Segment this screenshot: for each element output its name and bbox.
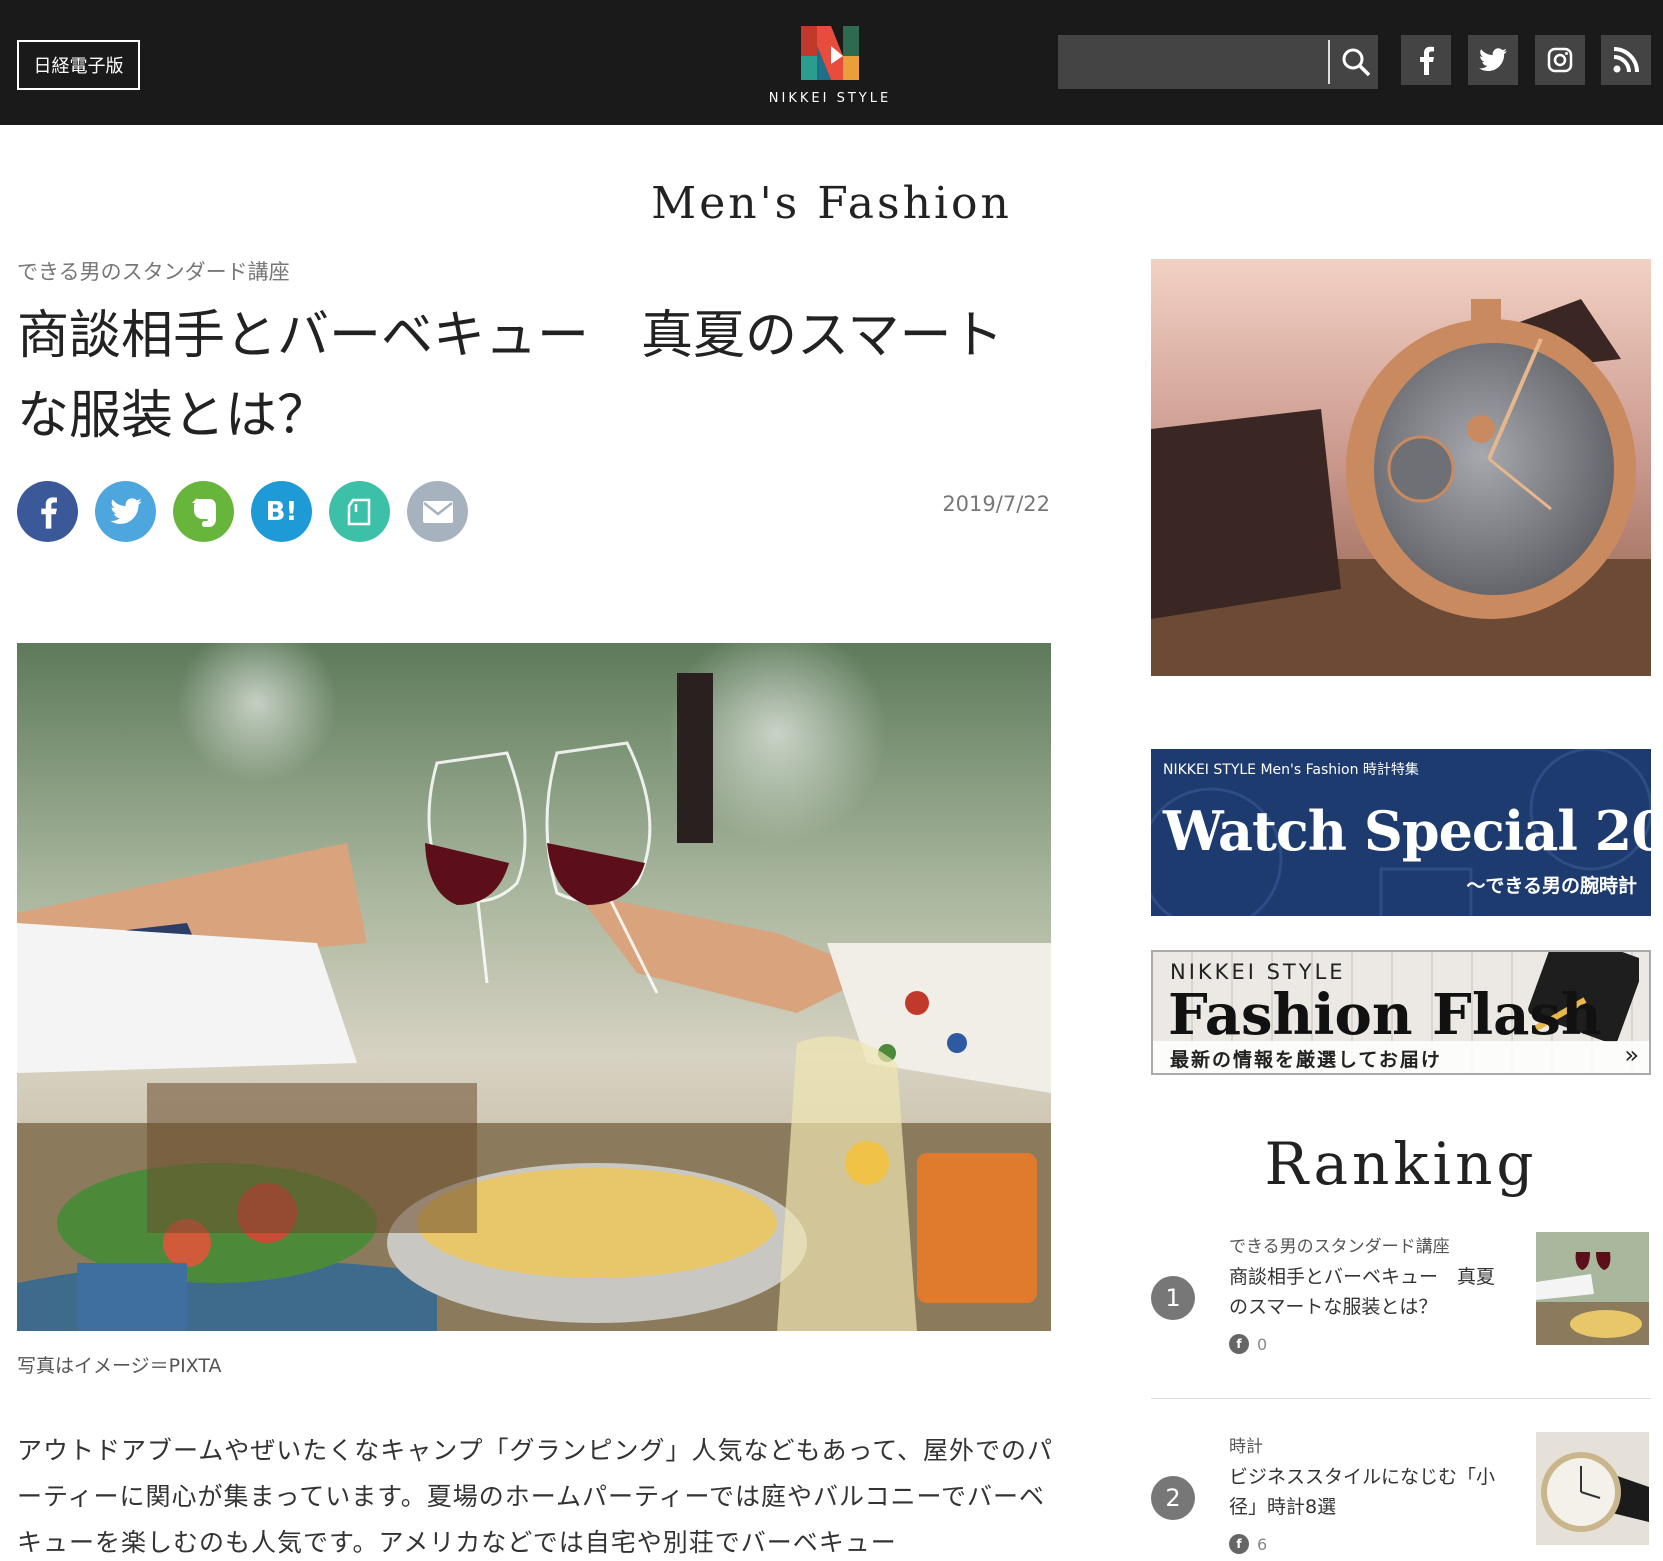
- twitter-link[interactable]: [1468, 35, 1518, 85]
- rank-share-count: f 6: [1229, 1534, 1267, 1554]
- rss-link[interactable]: [1601, 35, 1651, 85]
- twitter-icon: [1479, 48, 1507, 71]
- image-caption: 写真はイメージ＝PIXTA: [17, 1355, 222, 1377]
- share-pocket-button[interactable]: [329, 481, 390, 542]
- watch-banner-subtitle: 〜できる男の腕時計: [1466, 875, 1637, 897]
- nikkei-digital-button[interactable]: 日経電子版: [17, 40, 140, 90]
- watch-banner-top: NIKKEI STYLE Men's Fashion 時計特集: [1163, 762, 1419, 778]
- ranking-item[interactable]: 1 できる男のスタンダード講座 商談相手とバーベキュー 真夏のスマートな服装とは…: [1151, 1228, 1651, 1388]
- rank-title: 商談相手とバーベキュー 真夏のスマートな服装とは？: [1229, 1266, 1496, 1318]
- article-body: アウトドアブームやぜいたくなキャンプ「グランピング」人気などもあって、屋外でのパ…: [17, 1436, 1054, 1557]
- search-input[interactable]: [1058, 35, 1328, 89]
- fashion-flash-title: Fashion Flash: [1168, 982, 1602, 1048]
- share-hatena-button[interactable]: B!: [251, 481, 312, 542]
- twitter-icon: [109, 498, 142, 524]
- rank-share-count: f 0: [1229, 1334, 1267, 1354]
- ranking-divider: [1151, 1398, 1651, 1399]
- facebook-icon: f: [1229, 1534, 1249, 1554]
- evernote-icon: [191, 497, 216, 527]
- facebook-link[interactable]: [1401, 35, 1451, 85]
- logo-mark-icon: [801, 26, 859, 80]
- rank-thumbnail: [1536, 1232, 1649, 1345]
- search-caret: [1328, 40, 1330, 84]
- search-box: [1058, 35, 1378, 89]
- search-icon: [1342, 48, 1371, 77]
- rank-number: 2: [1151, 1476, 1195, 1520]
- facebook-icon: [1420, 46, 1434, 75]
- search-button[interactable]: [1334, 35, 1378, 89]
- instagram-icon: [1547, 47, 1573, 73]
- facebook-icon: f: [1229, 1334, 1249, 1354]
- watch-ad-image[interactable]: [1151, 259, 1651, 676]
- bookmark-icon: [347, 498, 370, 525]
- watch-banner-title: Watch Special 2019: [1163, 799, 1651, 863]
- fashion-flash-strip: 最新の情報を厳選してお届け »: [1153, 1041, 1649, 1073]
- rank-category: できる男のスタンダード講座: [1229, 1237, 1450, 1257]
- share-mail-button[interactable]: [407, 481, 468, 542]
- share-evernote-button[interactable]: [173, 481, 234, 542]
- rank-count-value: 0: [1257, 1334, 1268, 1354]
- mail-icon: [422, 500, 453, 523]
- article-hero-image: [17, 643, 1051, 1331]
- fashion-flash-banner[interactable]: NIKKEI STYLE Fashion Flash 最新の情報を厳選してお届け…: [1151, 950, 1651, 1075]
- section-title: Men's Fashion: [651, 178, 1012, 229]
- nikkei-style-logo[interactable]: NIKKEI STYLE: [760, 22, 900, 112]
- top-bar: 日経電子版 NIKKEI STYLE: [0, 0, 1663, 125]
- rank-number: 1: [1151, 1276, 1195, 1320]
- double-chevron-right-icon: »: [1624, 1041, 1639, 1069]
- article-date: 2019/7/22: [942, 492, 1050, 516]
- fashion-flash-subtitle: 最新の情報を厳選してお届け: [1170, 1049, 1442, 1071]
- fashion-flash-brand: NIKKEI STYLE: [1170, 960, 1346, 984]
- ranking-item[interactable]: 2 時計 ビジネススタイルになじむ「小径」時計8選 f 6: [1151, 1428, 1651, 1561]
- rank-count-value: 6: [1257, 1534, 1268, 1554]
- share-facebook-button[interactable]: [17, 481, 78, 542]
- rank-thumbnail: [1536, 1432, 1649, 1545]
- rank-category: 時計: [1229, 1437, 1263, 1457]
- instagram-link[interactable]: [1535, 35, 1585, 85]
- watch-special-banner[interactable]: NIKKEI STYLE Men's Fashion 時計特集 Watch Sp…: [1151, 749, 1651, 916]
- hatena-icon: B!: [265, 496, 298, 527]
- article-headline: 商談相手とバーベキュー 真夏のスマートな服装とは？: [17, 306, 1004, 446]
- rss-icon: [1613, 47, 1639, 73]
- rank-title: ビジネススタイルになじむ「小径」時計8選: [1229, 1466, 1496, 1518]
- ranking-title: Ranking: [1264, 1130, 1538, 1198]
- facebook-icon: [40, 496, 57, 529]
- share-twitter-button[interactable]: [95, 481, 156, 542]
- logo-text: NIKKEI STYLE: [768, 91, 892, 106]
- article-category[interactable]: できる男のスタンダード講座: [17, 256, 290, 286]
